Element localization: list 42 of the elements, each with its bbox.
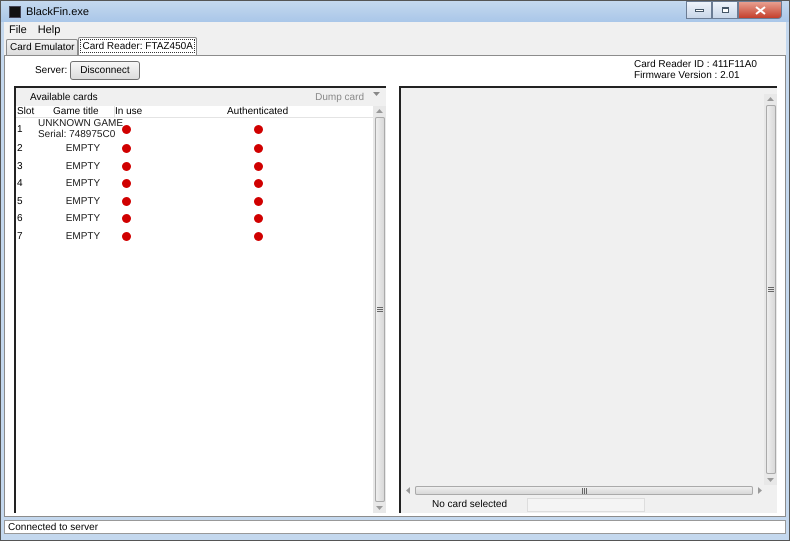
panel-title: Available cards (30, 92, 98, 102)
grip-icon (582, 488, 586, 494)
maximize-button[interactable] (712, 1, 738, 19)
table-cell-text: 2 (16, 143, 24, 154)
app-icon (9, 6, 21, 18)
status-text: Connected to server (8, 522, 98, 532)
caret-icon (373, 92, 380, 96)
game-title: UNKNOWN GAME (38, 118, 123, 129)
menu-item[interactable]: Help (36, 24, 62, 36)
column-header[interactable]: Authenticated (174, 106, 334, 117)
game-title: EMPTY (66, 143, 100, 154)
vertical-scrollbar[interactable] (764, 94, 777, 485)
column-header[interactable]: In use (114, 106, 174, 117)
table-cell-text: 4 (16, 178, 24, 190)
disconnect-button[interactable]: Disconnect (70, 61, 140, 80)
selection-status-text: No card selected (431, 499, 508, 510)
window-title: BlackFin.exe (26, 6, 89, 18)
column-header[interactable]: Slot (16, 106, 38, 117)
column-header[interactable]: Game title (38, 106, 114, 117)
close-icon (754, 6, 766, 14)
table-cell-text: 6 (16, 213, 24, 224)
game-title: EMPTY (66, 230, 100, 242)
table-cell-text: 5 (16, 196, 24, 207)
game-title: EMPTY (66, 196, 100, 207)
table-cell-text: 1 (16, 124, 24, 134)
table-cell-text: 7 (16, 230, 24, 242)
close-button[interactable] (738, 1, 782, 19)
reader-info-text: Firmware Version : 2.01 (634, 70, 741, 81)
grip-icon (376, 307, 382, 312)
menu-item[interactable]: File (8, 24, 28, 36)
reader-info-text: Card Reader ID : 411F11A0 (634, 59, 757, 70)
tab[interactable]: Card Emulator (6, 39, 78, 55)
grip-icon (768, 287, 774, 292)
minimize-button[interactable] (686, 1, 712, 19)
table-cell-text: 3 (16, 160, 24, 172)
serial-text: Serial: 748975C0 (38, 129, 116, 140)
game-title: EMPTY (66, 178, 100, 190)
game-title: EMPTY (66, 213, 100, 224)
game-title: EMPTY (66, 160, 100, 172)
server-label: Server: (35, 65, 68, 76)
vertical-scrollbar[interactable] (373, 106, 386, 513)
tab[interactable]: Card Reader: FTAZ450A (78, 37, 197, 55)
